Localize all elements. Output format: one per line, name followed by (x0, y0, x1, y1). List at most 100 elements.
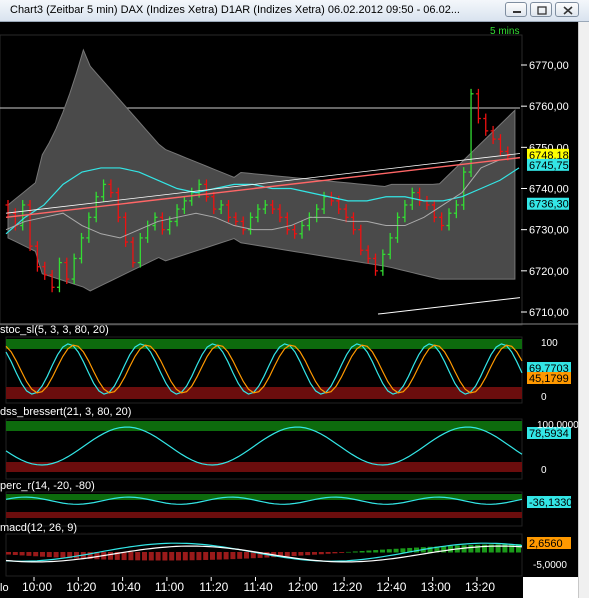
indicator-value: 45,1799 (529, 373, 569, 385)
indicator-value: -36,1330 (529, 497, 572, 509)
macd-histogram-bar (400, 548, 406, 553)
minimize-button[interactable] (505, 2, 527, 17)
indicator-label-macd: macd(12, 26, 9) (0, 522, 77, 534)
price-tick-label: 6730,00 (529, 225, 569, 237)
time-tick-label: 10:20 (66, 580, 96, 594)
time-tick-label: 12:00 (288, 580, 318, 594)
indicator-label-dss: dss_bressert(21, 3, 80, 20) (0, 406, 131, 418)
vertical-scrollbar[interactable] (578, 22, 589, 598)
time-tick-label: 13:00 (421, 580, 451, 594)
time-tick-label: 10:40 (111, 580, 141, 594)
macd-histogram-bar (162, 552, 168, 561)
dss-oversold-zone (6, 462, 522, 472)
macd-histogram-bar (291, 552, 297, 556)
dss-overbought-zone (6, 421, 522, 431)
indicator-label-percr: perc_r(14, -20, -80) (0, 480, 95, 492)
macd-histogram-bar (176, 552, 181, 561)
title-bar[interactable]: Chart3 (Zeitbar 5 min) DAX (Indizes Xetr… (0, 0, 589, 22)
macd-histogram-bar (386, 549, 392, 553)
stoc-oversold-zone (6, 387, 522, 399)
macd-tick: -5,0000 (533, 560, 567, 571)
time-tick-label: 11:00 (155, 580, 184, 594)
macd-histogram-bar (135, 552, 141, 561)
macd-histogram-bar (359, 550, 365, 553)
macd-histogram-bar (352, 551, 358, 553)
indicator-value-tag: 2,6560 (527, 537, 571, 550)
time-axis: 10:00 10:20 10:40 11:00 11:20 11:40 12:00 12:20… (0, 577, 522, 598)
last-price-tag: 6745,75 (527, 158, 569, 172)
macd-histogram-bar (6, 552, 11, 555)
last-price-tag: 6736,30 (527, 197, 569, 211)
indicator-value-tag: 45,1799 (527, 372, 571, 385)
timeframe-label: 5 mins (490, 26, 519, 37)
price-tick-label: 6720,00 (529, 266, 569, 278)
macd-histogram-bar (210, 552, 215, 560)
price-tick-label: 6710,00 (529, 307, 569, 319)
macd-histogram-bar (46, 552, 52, 558)
macd-histogram-bar (318, 552, 324, 555)
macd-histogram-bar (142, 552, 147, 561)
close-icon (563, 6, 573, 15)
time-tick-label: 12:40 (376, 580, 406, 594)
window-title: Chart3 (Zeitbar 5 min) DAX (Indizes Xetr… (10, 4, 460, 16)
time-tick-label: 11:20 (199, 580, 228, 594)
macd-histogram-bar (169, 552, 175, 561)
macd-histogram-bar (40, 552, 45, 557)
indicator-value-tag: -36,1330 (527, 496, 572, 509)
macd-histogram-bar (366, 550, 372, 553)
last-price-value: 6745,75 (529, 160, 569, 172)
time-tick-label: 13:20 (465, 580, 495, 594)
macd-histogram-bar (339, 552, 345, 553)
macd-histogram-bar (223, 552, 229, 560)
close-button[interactable] (555, 2, 579, 17)
macd-histogram-bar (216, 552, 222, 560)
macd-histogram-bar (203, 552, 209, 560)
minimize-icon (513, 11, 521, 13)
price-axis: 6770,006760,006750,006740,006730,006720,… (521, 60, 569, 319)
macd-histogram-bar (346, 551, 351, 553)
macd-histogram-bar (33, 552, 39, 557)
time-tick-label: 11:40 (244, 580, 273, 594)
macd-histogram-bar (155, 552, 161, 561)
chart-plot-area[interactable]: 6770,006760,006750,006740,006730,006720,… (0, 22, 578, 598)
macd-histogram-bar (373, 550, 379, 553)
macd-histogram-bar (393, 548, 399, 553)
last-price-value: 6736,30 (529, 199, 569, 211)
price-tick-label: 6740,00 (529, 184, 569, 196)
macd-histogram-bar (502, 544, 508, 553)
stoc-tick-0: 0 (541, 392, 547, 403)
macd-histogram-bar (237, 552, 243, 559)
macd-histogram-bar (26, 552, 32, 556)
macd-histogram-bar (468, 545, 474, 553)
macd-histogram-bar (244, 552, 249, 559)
percr-lower-zone (6, 512, 522, 518)
stoc-tick-100: 100 (541, 338, 558, 349)
macd-histogram-bar (60, 552, 66, 558)
macd-histogram-bar (380, 549, 385, 553)
macd-histogram-bar (189, 552, 195, 561)
restore-icon (537, 6, 547, 15)
macd-histogram-bar (312, 552, 317, 555)
restore-button[interactable] (530, 2, 552, 17)
macd-histogram-bar (182, 552, 188, 561)
price-tick-label: 6760,00 (529, 101, 569, 113)
time-tick-label: 10:00 (22, 580, 52, 594)
macd-histogram-bar (121, 552, 127, 561)
macd-histogram-bar (325, 552, 331, 554)
dss-tick-100: 100,0000 (537, 420, 578, 431)
indicator-label-stoc: stoc_sl(5, 3, 3, 80, 20) (0, 324, 109, 336)
macd-histogram-bar (509, 544, 515, 553)
time-tick-label: 12:20 (332, 580, 362, 594)
macd-histogram-bar (298, 552, 304, 556)
macd-histogram-bar (332, 552, 338, 554)
macd-histogram-bar (108, 552, 113, 560)
macd-histogram-bar (19, 552, 25, 556)
macd-histogram-bar (284, 552, 290, 557)
macd-histogram-bar (305, 552, 311, 556)
macd-histogram-bar (148, 552, 154, 561)
macd-histogram-bar (196, 552, 202, 561)
macd-histogram-bar (128, 552, 134, 561)
macd-histogram-bar (53, 552, 59, 558)
stoc-overbought-zone (6, 339, 522, 349)
macd-histogram-bar (12, 552, 18, 555)
